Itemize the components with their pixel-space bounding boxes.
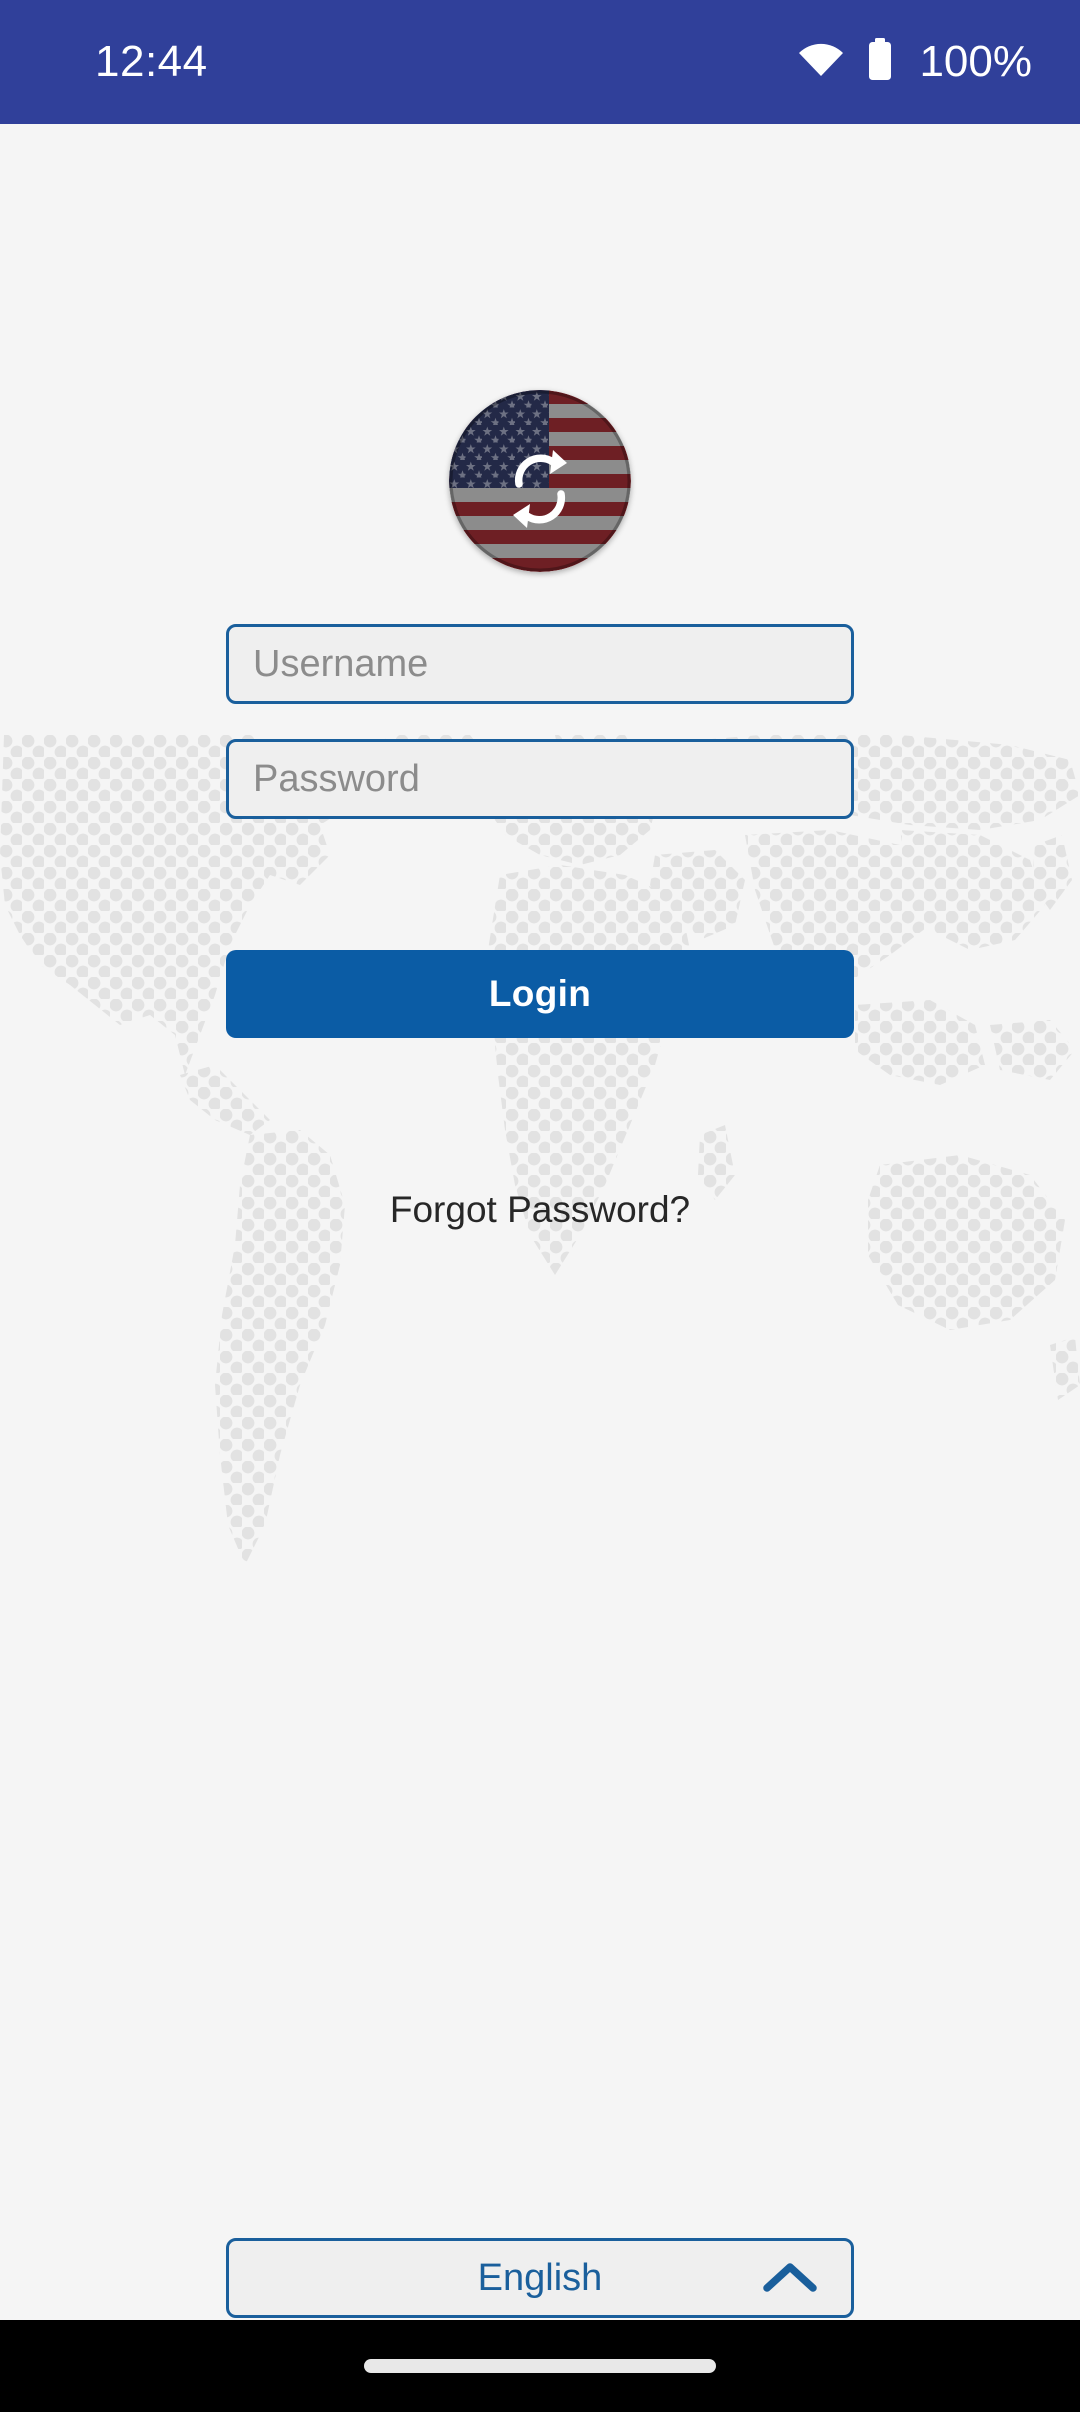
language-selector[interactable]: English — [226, 2238, 854, 2318]
chevron-up-icon[interactable] — [761, 2258, 819, 2298]
password-placeholder: Password — [253, 758, 420, 800]
status-bar-indicators: 100% — [797, 37, 1032, 87]
wifi-icon — [797, 40, 845, 85]
login-content: Username Password Login Forgot Password?… — [0, 0, 1080, 2412]
status-bar-clock: 12:44 — [95, 37, 208, 86]
password-input[interactable]: Password — [226, 739, 854, 819]
us-flag-exchange-logo — [449, 390, 631, 572]
status-bar: 12:44 100% — [0, 0, 1080, 124]
battery-full-icon — [867, 37, 893, 87]
language-selector-label: English — [477, 2257, 603, 2299]
system-navigation-bar — [0, 2320, 1080, 2412]
gesture-handle[interactable] — [364, 2359, 716, 2373]
battery-percent-label: 100% — [919, 37, 1032, 86]
login-screen: 12:44 100% Username Password Login Forgo… — [0, 0, 1080, 2412]
username-placeholder: Username — [253, 643, 429, 685]
login-button[interactable]: Login — [226, 950, 854, 1038]
username-input[interactable]: Username — [226, 624, 854, 704]
forgot-password-link[interactable]: Forgot Password? — [0, 1189, 1080, 1231]
